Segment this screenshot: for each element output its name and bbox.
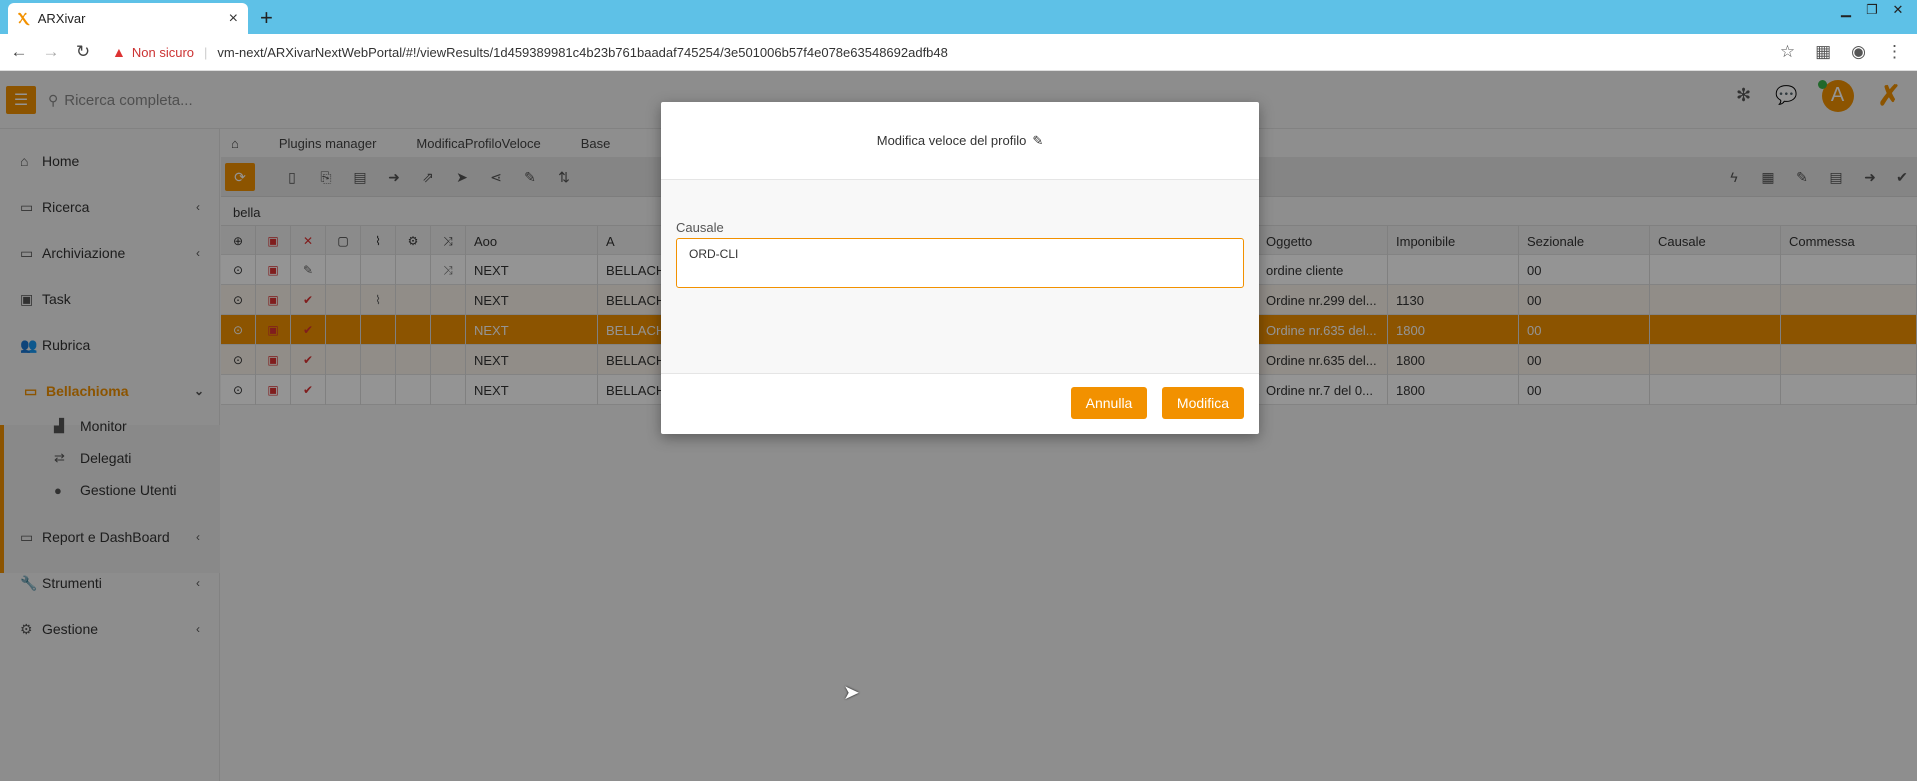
cancel-button[interactable]: Annulla: [1071, 387, 1147, 419]
profile-icon[interactable]: ◉: [1851, 42, 1866, 62]
tab-title: ARXivar: [37, 11, 86, 26]
bookmark-star-icon[interactable]: ☆: [1780, 42, 1795, 62]
mouse-cursor-icon: ➤: [843, 682, 860, 704]
tab-close-icon[interactable]: ×: [229, 10, 238, 28]
window-controls: ▁ ❐ ✕: [1837, 2, 1907, 18]
browser-actions: ☆ ▦ ◉ ⋮: [1780, 42, 1903, 62]
browser-tab[interactable]: Ⲭ ARXivar ×: [8, 3, 248, 34]
minimize-icon[interactable]: ▁: [1837, 2, 1855, 18]
url-text[interactable]: vm-next/ARXivarNextWebPortal/#!/viewResu…: [217, 45, 947, 60]
causale-input[interactable]: ORD-CLI: [676, 238, 1244, 288]
warning-icon: ▲: [112, 44, 126, 60]
reload-icon[interactable]: ↻: [70, 42, 96, 62]
edit-icon: ✎: [1032, 132, 1044, 148]
dialog-title-text: Modifica veloce del profilo: [876, 133, 1027, 148]
close-window-icon[interactable]: ✕: [1889, 2, 1907, 18]
quick-edit-profile-dialog: Modifica veloce del profilo ✎ Causale OR…: [661, 102, 1259, 434]
new-tab-button[interactable]: +: [260, 5, 273, 31]
back-icon[interactable]: ←: [6, 42, 32, 62]
url-separator: |: [204, 44, 208, 60]
address-bar: ← → ↻ ▲ Non sicuro | vm-next/ARXivarNext…: [0, 34, 1917, 71]
browser-tab-bar: Ⲭ ARXivar × + ▁ ❐ ✕: [0, 0, 1917, 34]
modify-button[interactable]: Modifica: [1162, 387, 1244, 419]
dialog-title: Modifica veloce del profilo ✎: [661, 102, 1259, 180]
dialog-body: Causale ORD-CLI: [661, 180, 1259, 374]
extension-icon[interactable]: ▦: [1815, 42, 1831, 62]
restore-icon[interactable]: ❐: [1863, 2, 1881, 18]
menu-dots-icon[interactable]: ⋮: [1886, 42, 1903, 62]
security-label[interactable]: Non sicuro: [132, 45, 194, 60]
url-field[interactable]: ▲ Non sicuro | vm-next/ARXivarNextWebPor…: [112, 38, 1894, 66]
arxivar-favicon-icon: Ⲭ: [18, 10, 28, 27]
forward-icon[interactable]: →: [38, 42, 64, 62]
causale-label: Causale: [676, 220, 724, 235]
